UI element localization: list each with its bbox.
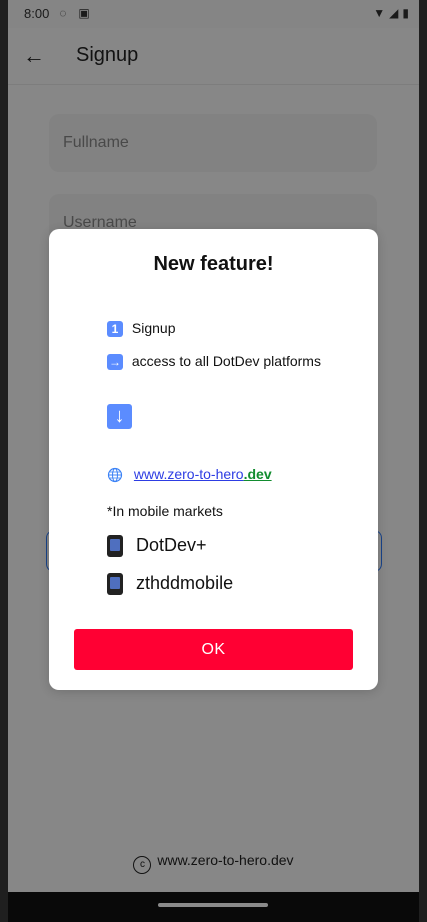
dialog-app-dotdev: DotDev+ [107,535,207,558]
dialog-arrow-down: ↓ [107,404,137,429]
app-zthdd-text: zthddmobile [136,573,234,593]
device-right-border [419,0,427,922]
arrow-down-icon: ↓ [107,404,132,429]
dialog-title: New feature! [153,253,274,275]
website-link[interactable]: www.zero-to-hero [134,466,244,482]
ok-button[interactable]: OK [74,629,353,670]
mobile-phone-icon [107,573,123,596]
website-tld[interactable]: .dev [244,466,272,482]
globe-icon [107,468,123,483]
app-dotdev-text: DotDev+ [136,535,207,555]
dialog-line-signup-text: Signup [131,320,176,336]
arrow-right-icon: → [107,354,123,371]
dialog-line-access: → access to all DotDev platforms [107,353,321,371]
mobile-phone-icon [107,535,123,558]
mobile-markets-label: *In mobile markets [107,503,223,519]
number-one-icon: 1 [107,321,123,338]
device-left-border [0,0,8,922]
phone-screen: 8:00 ◌ ▣ ▼ ◢ ▮ ← Signup Fullname Usernam… [8,0,419,922]
dialog-line-access-text: access to all DotDev platforms [131,353,321,369]
dialog-line-signup: 1 Signup [107,320,176,338]
device-frame: 8:00 ◌ ▣ ▼ ◢ ▮ ← Signup Fullname Usernam… [0,0,427,922]
dialog-app-zthdd: zthddmobile [107,573,234,596]
dialog-website-line: www.zero-to-hero.dev [107,466,272,483]
new-feature-dialog: New feature! 1 Signup → access to all Do… [49,229,378,690]
